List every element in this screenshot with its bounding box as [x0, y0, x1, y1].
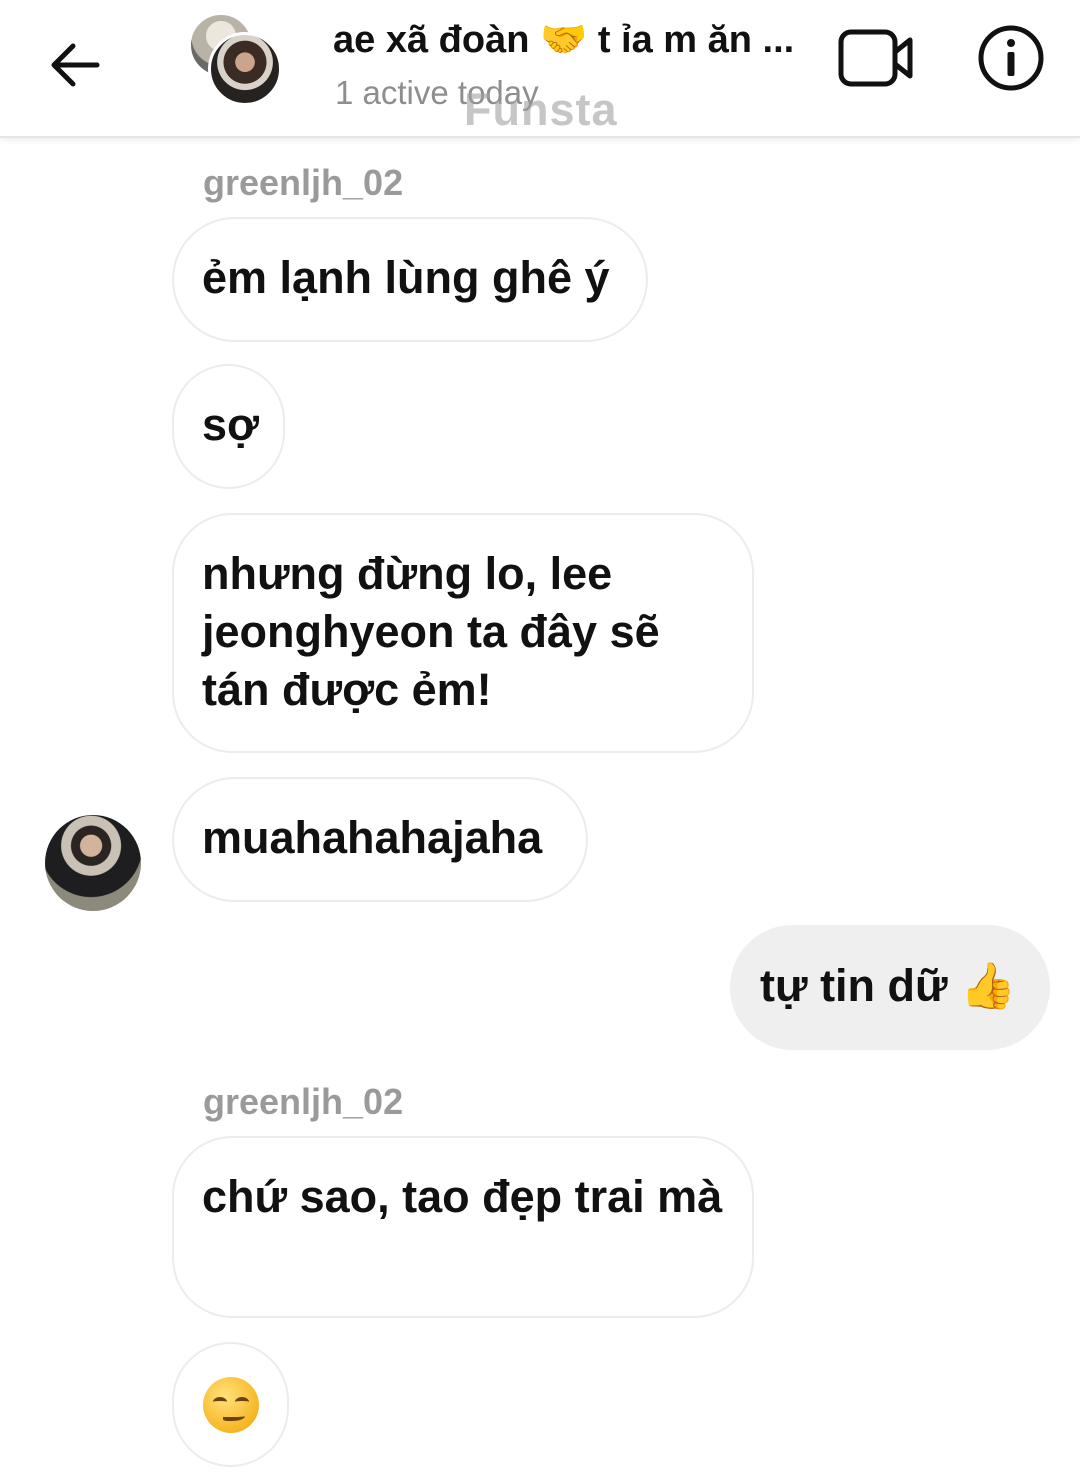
message-bubble[interactable]: muahahahajaha	[172, 777, 588, 902]
video-call-icon	[838, 29, 913, 87]
message-bubble[interactable]: chứ sao, tao đẹp trai mà	[172, 1136, 754, 1318]
sender-name: greenljh_02	[203, 1081, 404, 1122]
message-text: muahahahajaha	[202, 812, 543, 863]
outgoing-message-bubble[interactable]: tự tin dữ 👍	[730, 925, 1050, 1050]
info-button[interactable]	[975, 22, 1047, 94]
emoji-message-bubble[interactable]	[172, 1342, 289, 1467]
message-bubble[interactable]: sợ	[172, 364, 285, 489]
back-arrow-icon	[51, 43, 100, 87]
sender-name: greenljh_02	[203, 162, 404, 203]
chat-header: ae xã đoàn 🤝 t ỉa m ăn ... 1 active toda…	[0, 0, 1080, 138]
message-text: chứ sao, tao đẹp trai mà	[202, 1171, 723, 1222]
message-text: tự tin dữ 👍	[760, 960, 1017, 1011]
chat-title[interactable]: ae xã đoàn 🤝 t ỉa m ăn ...	[333, 18, 833, 62]
back-button[interactable]	[40, 30, 110, 100]
group-avatar-front	[208, 32, 282, 106]
message-text: ẻm lạnh lùng ghê ý	[202, 252, 610, 303]
message-bubble[interactable]: nhưng đừng lo, lee jeonghyeon ta đây sẽ …	[172, 513, 754, 753]
video-call-button[interactable]	[836, 24, 916, 94]
group-avatar[interactable]	[188, 12, 288, 112]
sender-avatar[interactable]	[45, 815, 141, 911]
smirking-face-emoji	[202, 1376, 259, 1433]
watermark: Funsta	[464, 84, 618, 135]
message-bubble[interactable]: ẻm lạnh lùng ghê ý	[172, 217, 648, 342]
info-icon	[978, 25, 1044, 91]
message-text: sợ	[202, 399, 260, 450]
message-text: nhưng đừng lo, lee jeonghyeon ta đây sẽ …	[202, 548, 660, 715]
